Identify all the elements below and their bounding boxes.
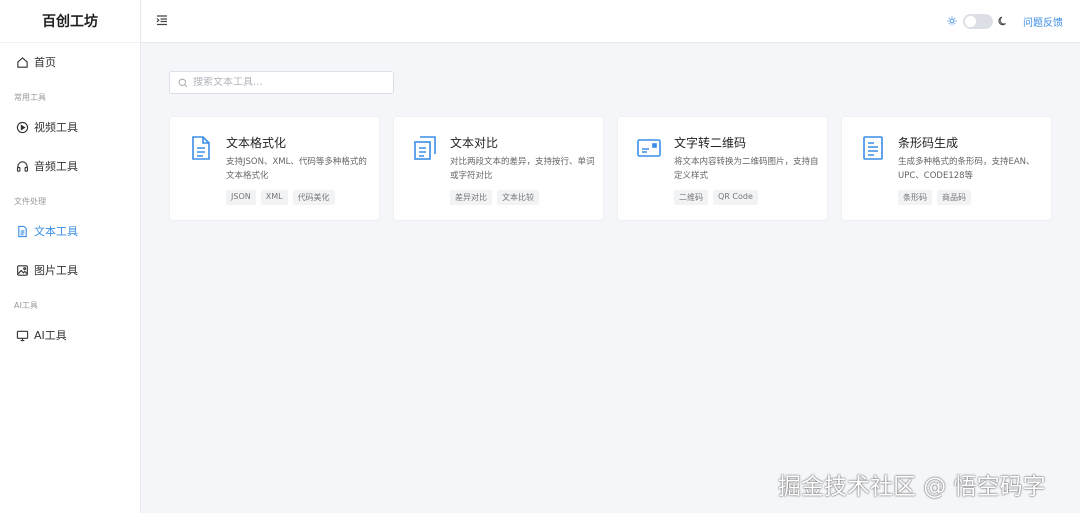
sidebar: 百创工坊 首页 常用工具 视频工具 音频工具 文件处理 文本工具 图片工具 AI… <box>0 0 141 513</box>
file-text-icon <box>192 136 210 160</box>
card-title: 文本对比 <box>450 136 499 150</box>
sidebar-item-text[interactable]: 文本工具 <box>0 215 140 247</box>
tool-card[interactable]: 文本对比 对比两段文本的差异，支持按行、单词或字符对比 差异对比 文本比较 <box>393 116 604 221</box>
sidebar-item-label: 音频工具 <box>34 160 78 173</box>
theme-toggle-switch[interactable] <box>963 14 993 29</box>
sidebar-item-audio[interactable]: 音频工具 <box>0 150 140 182</box>
sidebar-item-image[interactable]: 图片工具 <box>0 254 140 286</box>
watermark: 掘金技术社区 @ 悟空码字 <box>778 474 1046 500</box>
headphones-icon <box>16 160 29 173</box>
tool-card[interactable]: 条形码生成 生成多种格式的条形码，支持EAN、UPC、CODE128等 条形码 … <box>841 116 1052 221</box>
search-input[interactable] <box>193 77 383 88</box>
card-tag: 文本比较 <box>497 190 539 205</box>
card-title: 文本格式化 <box>226 136 287 150</box>
top-bar: 问题反馈 <box>141 0 1080 43</box>
play-circle-icon <box>16 121 29 134</box>
card-tag: 条形码 <box>898 190 932 205</box>
monitor-icon <box>16 329 29 342</box>
card-description: 对比两段文本的差异，支持按行、单词或字符对比 <box>450 157 595 181</box>
sidebar-item-video[interactable]: 视频工具 <box>0 111 140 143</box>
card-tag: XML <box>260 190 288 205</box>
sidebar-item-label: 图片工具 <box>34 264 78 277</box>
menu-fold-icon[interactable] <box>155 13 169 27</box>
card-tag: 代码美化 <box>292 190 335 205</box>
home-icon <box>16 56 29 69</box>
card-tag: 二维码 <box>674 190 708 205</box>
card-title: 文字转二维码 <box>674 136 747 150</box>
card-description: 支持JSON、XML、代码等多种格式的文本格式化 <box>226 157 367 181</box>
card-tag: QR Code <box>713 190 758 205</box>
search-box <box>169 71 394 94</box>
card-tag: 商品码 <box>937 190 971 205</box>
sun-icon <box>947 16 957 26</box>
card-tag: JSON <box>226 190 256 205</box>
card-icon <box>637 139 661 157</box>
sidebar-item-label: 视频工具 <box>34 121 78 134</box>
sidebar-group-label: 常用工具 <box>14 93 46 102</box>
app-title: 百创工坊 <box>0 0 140 43</box>
tool-card[interactable]: 文字转二维码 将文本内容转换为二维码图片，支持自定义样式 二维码 QR Code <box>617 116 828 221</box>
document-icon <box>16 225 29 238</box>
sidebar-item-label: 文本工具 <box>34 225 78 238</box>
image-icon <box>16 264 29 277</box>
moon-icon <box>998 16 1006 26</box>
barcode-document-icon <box>863 136 883 160</box>
sidebar-item-ai[interactable]: AI工具 <box>0 319 140 351</box>
sidebar-item-home[interactable]: 首页 <box>0 46 140 78</box>
search-icon <box>178 78 188 87</box>
card-description: 生成多种格式的条形码，支持EAN、UPC、CODE128等 <box>898 157 1035 181</box>
sidebar-group-label: AI工具 <box>14 301 38 310</box>
sidebar-item-label: AI工具 <box>34 329 67 342</box>
card-title: 条形码生成 <box>898 136 959 150</box>
card-description: 将文本内容转换为二维码图片，支持自定义样式 <box>674 157 819 181</box>
sidebar-group-label: 文件处理 <box>14 197 46 206</box>
copy-document-icon <box>414 136 436 160</box>
card-tag: 差异对比 <box>450 190 492 205</box>
tool-card[interactable]: 文本格式化 支持JSON、XML、代码等多种格式的文本格式化 JSON XML … <box>169 116 380 221</box>
feedback-link[interactable]: 问题反馈 <box>1023 14 1063 29</box>
sidebar-item-label: 首页 <box>34 56 56 69</box>
